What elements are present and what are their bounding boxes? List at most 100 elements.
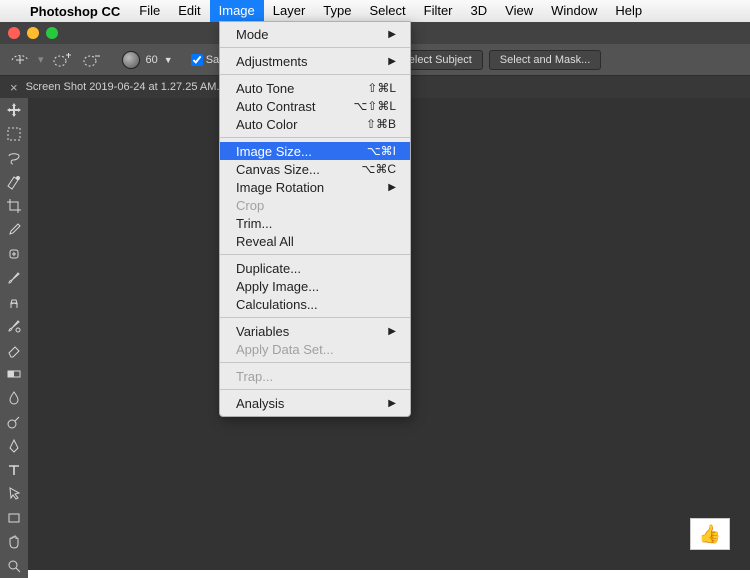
history-brush-tool-icon[interactable] xyxy=(0,314,28,338)
shortcut-label: ⇧⌘B xyxy=(366,117,396,131)
menu-item-trap: Trap... xyxy=(220,367,410,385)
menu-file[interactable]: File xyxy=(130,0,169,22)
menu-item-label: Apply Data Set... xyxy=(236,342,334,357)
chevron-down-icon[interactable]: ▼ xyxy=(164,55,173,65)
close-window-icon[interactable] xyxy=(8,27,20,39)
blur-tool-icon[interactable] xyxy=(0,386,28,410)
menu-item-analysis[interactable]: Analysis▶ xyxy=(220,394,410,412)
menu-help[interactable]: Help xyxy=(606,0,651,22)
menu-item-apply-data-set: Apply Data Set... xyxy=(220,340,410,358)
menu-item-label: Auto Contrast xyxy=(236,99,316,114)
like-button[interactable]: 👍 xyxy=(690,518,730,550)
select-and-mask-button[interactable]: Select and Mask... xyxy=(489,50,602,70)
quick-select-tool-icon[interactable] xyxy=(0,170,28,194)
image-menu-dropdown: Mode▶Adjustments▶Auto Tone⇧⌘LAuto Contra… xyxy=(219,21,411,417)
menu-item-label: Crop xyxy=(236,198,264,213)
menu-type[interactable]: Type xyxy=(314,0,360,22)
move-tool-icon[interactable] xyxy=(0,98,28,122)
menu-separator xyxy=(220,317,410,318)
subtract-selection-icon[interactable] xyxy=(80,50,104,70)
menu-item-canvas-size[interactable]: Canvas Size... ⌥⌘C xyxy=(220,160,410,178)
marquee-tool-icon[interactable] xyxy=(0,122,28,146)
menu-layer[interactable]: Layer xyxy=(264,0,315,22)
eraser-tool-icon[interactable] xyxy=(0,338,28,362)
hand-tool-icon[interactable] xyxy=(0,530,28,554)
quick-select-tool-icon[interactable] xyxy=(8,50,32,70)
menu-item-label: Trap... xyxy=(236,369,273,384)
menu-item-label: Image Rotation xyxy=(236,180,324,195)
minimize-window-icon[interactable] xyxy=(27,27,39,39)
menu-item-variables[interactable]: Variables ▶ xyxy=(220,322,410,340)
menu-item-label: Reveal All xyxy=(236,234,294,249)
app-name[interactable]: Photoshop CC xyxy=(20,4,130,19)
menu-item-label: Image Size... xyxy=(236,144,312,159)
healing-tool-icon[interactable] xyxy=(0,242,28,266)
menu-separator xyxy=(220,74,410,75)
zoom-tool-icon[interactable] xyxy=(0,554,28,578)
menu-separator xyxy=(220,137,410,138)
thumbs-up-icon: 👍 xyxy=(699,524,721,545)
menu-filter[interactable]: Filter xyxy=(415,0,462,22)
menu-item-crop: Crop xyxy=(220,196,410,214)
menu-item-auto-color[interactable]: Auto Color ⇧⌘B xyxy=(220,115,410,133)
menu-item-duplicate[interactable]: Duplicate... xyxy=(220,259,410,277)
crop-tool-icon[interactable] xyxy=(0,194,28,218)
shortcut-label: ⌥⌘C xyxy=(362,162,397,176)
submenu-arrow-icon: ▶ xyxy=(388,29,396,40)
menu-item-image-size[interactable]: Image Size...⌥⌘I xyxy=(220,142,410,160)
divider: ▾ xyxy=(38,53,44,66)
brush-size: 60 xyxy=(146,54,158,66)
pen-tool-icon[interactable] xyxy=(0,434,28,458)
menu-separator xyxy=(220,47,410,48)
menu-item-label: Duplicate... xyxy=(236,261,301,276)
menu-item-label: Adjustments xyxy=(236,54,308,69)
submenu-arrow-icon: ▶ xyxy=(388,326,396,337)
lasso-tool-icon[interactable] xyxy=(0,146,28,170)
menu-item-auto-contrast[interactable]: Auto Contrast ⌥⇧⌘L xyxy=(220,97,410,115)
add-to-selection-icon[interactable] xyxy=(50,50,74,70)
menu-item-label: Trim... xyxy=(236,216,272,231)
path-select-tool-icon[interactable] xyxy=(0,482,28,506)
menu-item-label: Mode xyxy=(236,27,269,42)
menu-edit[interactable]: Edit xyxy=(169,0,209,22)
submenu-arrow-icon: ▶ xyxy=(388,182,396,193)
rectangle-tool-icon[interactable] xyxy=(0,506,28,530)
zoom-window-icon[interactable] xyxy=(46,27,58,39)
type-tool-icon[interactable] xyxy=(0,458,28,482)
menu-item-label: Apply Image... xyxy=(236,279,319,294)
menu-item-label: Canvas Size... xyxy=(236,162,320,177)
checkbox-input[interactable] xyxy=(191,54,203,66)
eyedropper-tool-icon[interactable] xyxy=(0,218,28,242)
close-tab-icon[interactable]: × xyxy=(10,81,18,94)
menu-item-label: Auto Tone xyxy=(236,81,294,96)
menu-item-trim[interactable]: Trim... xyxy=(220,214,410,232)
menu-item-label: Auto Color xyxy=(236,117,297,132)
clone-tool-icon[interactable] xyxy=(0,290,28,314)
menu-item-auto-tone[interactable]: Auto Tone⇧⌘L xyxy=(220,79,410,97)
menu-item-mode[interactable]: Mode ▶ xyxy=(220,25,410,43)
menu-view[interactable]: View xyxy=(496,0,542,22)
menu-window[interactable]: Window xyxy=(542,0,606,22)
menu-image[interactable]: Image xyxy=(210,0,264,22)
menu-item-adjustments[interactable]: Adjustments ▶ xyxy=(220,52,410,70)
menu-item-calculations[interactable]: Calculations... xyxy=(220,295,410,313)
menu-separator xyxy=(220,362,410,363)
dodge-tool-icon[interactable] xyxy=(0,410,28,434)
menu-separator xyxy=(220,254,410,255)
brush-preview-icon[interactable] xyxy=(122,51,140,69)
submenu-arrow-icon: ▶ xyxy=(388,56,396,67)
menu-separator xyxy=(220,389,410,390)
menu-item-label: Analysis xyxy=(236,396,284,411)
menu-item-label: Calculations... xyxy=(236,297,318,312)
menu-item-label: Variables xyxy=(236,324,289,339)
menu-select[interactable]: Select xyxy=(360,0,414,22)
gradient-tool-icon[interactable] xyxy=(0,362,28,386)
menu-3d[interactable]: 3D xyxy=(462,0,497,22)
toolbox xyxy=(0,98,28,578)
menu-item-image-rotation[interactable]: Image Rotation ▶ xyxy=(220,178,410,196)
shortcut-label: ⌥⇧⌘L xyxy=(353,99,396,113)
brush-tool-icon[interactable] xyxy=(0,266,28,290)
menu-item-reveal-all[interactable]: Reveal All xyxy=(220,232,410,250)
menu-item-apply-image[interactable]: Apply Image... xyxy=(220,277,410,295)
mac-menubar: Photoshop CC FileEditImageLayerTypeSelec… xyxy=(0,0,750,22)
